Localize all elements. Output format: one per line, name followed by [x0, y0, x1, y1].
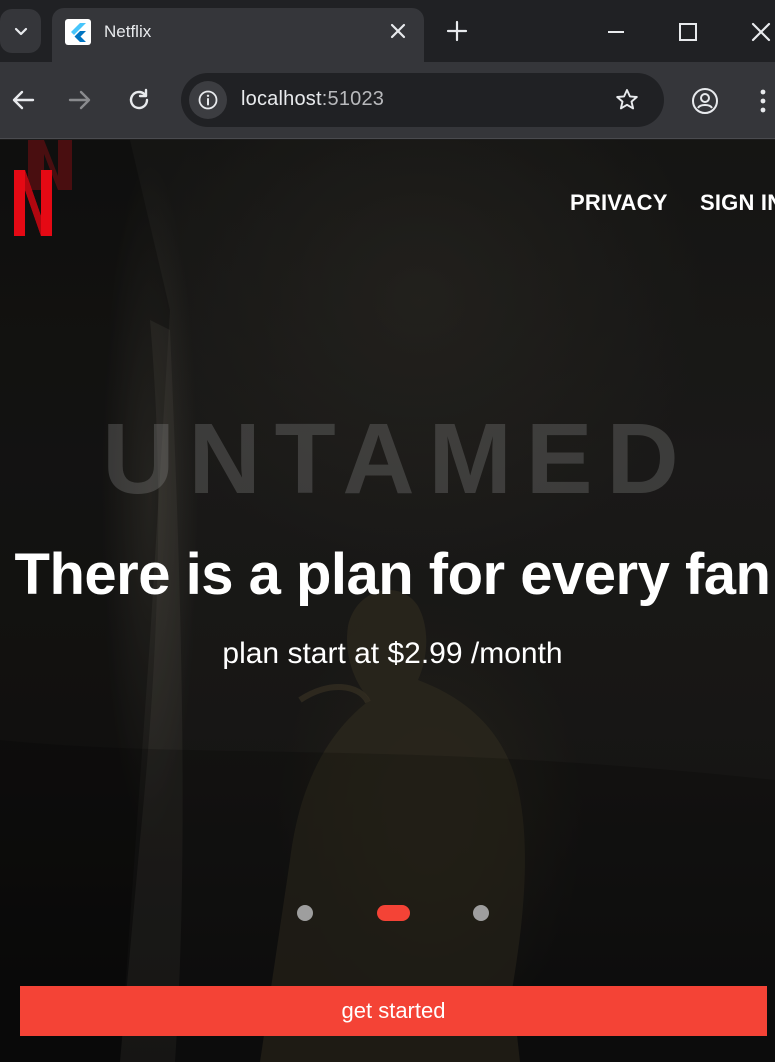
address-bar[interactable]: localhost:51023 [181, 73, 664, 127]
url-port: :51023 [321, 88, 385, 110]
close-icon[interactable] [388, 21, 408, 41]
url-host: localhost [241, 88, 322, 110]
carousel-dot-active[interactable] [377, 905, 410, 921]
nav-privacy-link[interactable]: PRIVACY [570, 190, 668, 216]
reload-icon[interactable] [125, 86, 153, 114]
more-vertical-icon[interactable] [752, 85, 774, 117]
browser-toolbar: localhost:51023 [0, 62, 775, 139]
hero-headline: There is a plan for every fan [14, 542, 771, 607]
site-info-button[interactable] [189, 81, 227, 119]
get-started-button[interactable]: get started [20, 986, 767, 1036]
hero-background-title: UNTAMED [102, 403, 693, 515]
profile-icon[interactable] [690, 86, 720, 116]
carousel-dot[interactable] [473, 905, 489, 921]
nav-sign-in-link[interactable]: SIGN IN [700, 190, 775, 216]
flutter-icon [65, 19, 91, 45]
hero-subline: plan start at $2.99 /month [222, 637, 563, 670]
page-viewport: PRIVACY SIGN IN UNTAMED There is a plan … [0, 140, 775, 1062]
close-window-icon[interactable] [748, 19, 775, 45]
chevron-down-icon [14, 27, 27, 36]
netflix-logo[interactable] [14, 170, 52, 236]
browser-tab-strip: Netflix [0, 0, 775, 62]
forward-icon[interactable] [66, 86, 94, 114]
maximize-icon[interactable] [676, 20, 700, 44]
browser-tab[interactable]: Netflix [52, 8, 424, 62]
carousel-dot[interactable] [297, 905, 313, 921]
plus-icon[interactable] [443, 17, 471, 45]
tab-title: Netflix [104, 22, 152, 41]
site-info-icon [198, 90, 218, 110]
back-icon[interactable] [9, 86, 37, 114]
star-icon[interactable] [614, 87, 640, 113]
tab-search-button[interactable] [0, 9, 41, 53]
url-text: localhost:51023 [241, 88, 384, 111]
minimize-icon[interactable] [604, 22, 628, 42]
